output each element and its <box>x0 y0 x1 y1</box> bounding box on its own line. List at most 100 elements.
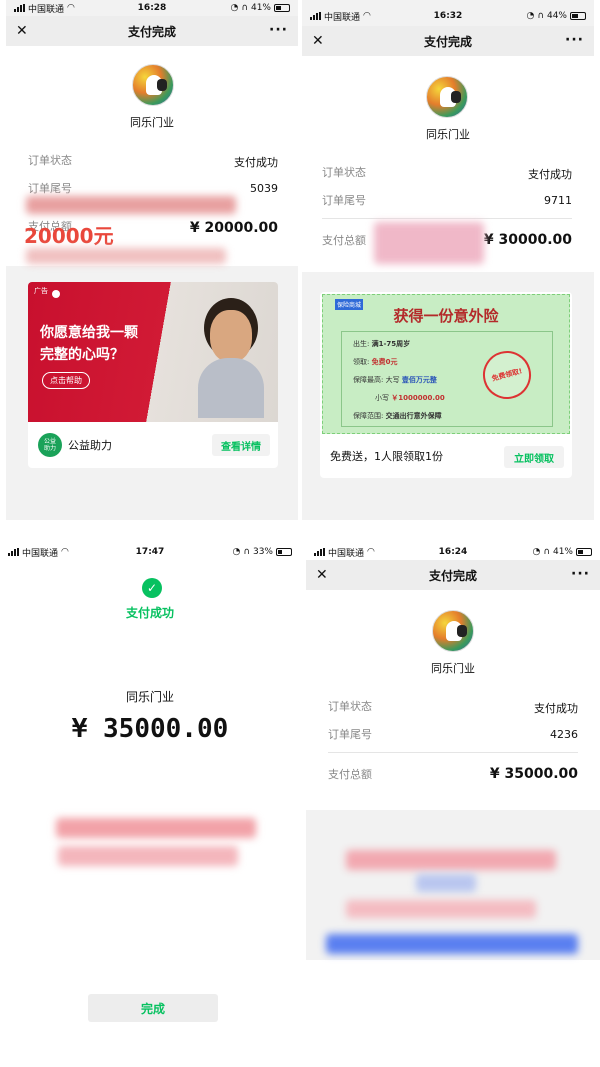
battery-icon <box>276 548 292 556</box>
signal-icon <box>8 548 19 556</box>
row-label: 订单状态 <box>322 166 366 179</box>
wifi-icon: ◠ <box>61 547 69 557</box>
close-icon[interactable]: ✕ <box>16 23 28 39</box>
screenshot-panel-1: 中国联通 ◠ 16:28 ◔ ∩ 41% ✕ 支付完成 ··· 同乐门业 订单状态 … <box>6 0 298 520</box>
screenshot-panel-4: 中国联通 ◠ 16:24 ◔ ∩ 41% ✕ 支付完成 ··· 同乐门业 订单状态 … <box>306 540 600 1067</box>
status-bar: 中国联通 ◠ 17:47 ◔ ∩ 33% <box>0 544 300 560</box>
row-label: 订单尾号 <box>328 728 372 741</box>
more-icon[interactable]: ··· <box>565 32 584 48</box>
insurance-line: 保障范围: 交通出行意外保障 <box>353 412 442 420</box>
child-photo <box>198 298 264 418</box>
payment-card: 同乐门业 订单状态 支付成功 订单尾号 9711 支付总额 ¥ 30000.00 <box>302 56 594 272</box>
nav-bar: ✕ 支付完成 ··· <box>6 16 298 46</box>
row-label: 订单尾号 <box>322 194 366 207</box>
alarm-icon: ◔ <box>526 11 535 21</box>
blurred-ad-area <box>306 810 600 960</box>
ad-card[interactable]: 广告 你愿意给我一颗 完整的心吗？ 点击帮助 公益 助力 公益助力 查看详情 <box>28 282 278 468</box>
merchant-name: 同乐门业 <box>431 662 475 675</box>
claim-button[interactable]: 立即领取 <box>504 446 564 468</box>
insurance-title: 获得一份意外险 <box>393 307 499 325</box>
more-icon[interactable]: ··· <box>571 566 590 582</box>
charity-badge-icon: 公益 助力 <box>38 433 62 457</box>
row-value: 支付成功 <box>528 168 572 181</box>
wifi-icon: ◠ <box>67 3 75 13</box>
nav-title: 支付完成 <box>423 34 472 49</box>
merchant-name: 同乐门业 <box>426 128 470 141</box>
insurance-ad-card[interactable]: 保险商城 获得一份意外险 出生: 满1-75周岁 领取: 免费0元 保障最高: … <box>320 292 572 478</box>
signal-icon <box>314 548 325 556</box>
nav-title: 支付完成 <box>428 568 477 583</box>
blurred-text <box>416 874 476 892</box>
row-label: 订单状态 <box>328 700 372 713</box>
insurance-line: 出生: 满1-75周岁 <box>353 340 411 348</box>
row-value: 4236 <box>550 728 578 741</box>
insurance-certificate[interactable]: 保险商城 获得一份意外险 出生: 满1-75周岁 领取: 免费0元 保障最高: … <box>322 294 570 434</box>
ad-headline: 你愿意给我一颗 <box>40 325 138 341</box>
total-amount: ¥ 30000.00 <box>483 232 572 248</box>
divider <box>328 752 578 753</box>
blurred-text <box>346 900 536 918</box>
battery-percent: 44% <box>546 11 567 21</box>
headphones-icon: ∩ <box>243 547 250 557</box>
more-icon[interactable]: ··· <box>269 22 288 38</box>
blurred-text <box>26 196 236 214</box>
ad-cta-button[interactable]: 点击帮助 <box>42 372 90 389</box>
total-amount: ¥ 20000.00 <box>189 220 278 236</box>
merchant-avatar <box>132 64 174 106</box>
screenshot-panel-3: 中国联通 ◠ 17:47 ◔ ∩ 33% ✓ 支付成功 同乐门业 ¥ 35000.0… <box>0 540 300 1067</box>
battery-icon <box>576 548 592 556</box>
insurance-line: 领取: 免费0元 <box>353 358 398 366</box>
row-label: 支付总额 <box>322 234 366 247</box>
insurance-line: 保障最高: 大写 壹佰万元整 <box>353 376 437 384</box>
headphones-icon: ∩ <box>543 547 550 557</box>
signal-icon <box>14 4 25 12</box>
close-icon[interactable]: ✕ <box>316 567 328 583</box>
ad-brand: 公益助力 <box>68 439 112 452</box>
payment-card: 同乐门业 订单状态 支付成功 订单尾号 5039 支付总额 ¥ 20000.00… <box>6 46 298 266</box>
wifi-icon: ◠ <box>367 547 375 557</box>
alarm-icon: ◔ <box>532 547 541 557</box>
row-label: 订单尾号 <box>28 182 72 195</box>
close-icon[interactable]: ✕ <box>312 33 324 49</box>
alarm-icon: ◔ <box>230 3 239 13</box>
total-amount: ¥ 35000.00 <box>489 766 578 782</box>
row-label: 支付总额 <box>328 768 372 781</box>
merchant-avatar <box>426 76 468 118</box>
success-text: 支付成功 <box>125 606 174 620</box>
ad-image[interactable]: 广告 你愿意给我一颗 完整的心吗？ 点击帮助 <box>28 282 278 422</box>
overlay-amount: 20000元 <box>24 224 114 248</box>
charity-logo-icon <box>52 290 60 298</box>
blurred-text <box>374 222 484 264</box>
carrier: 中国联通 <box>28 4 65 15</box>
ad-headline: 完整的心吗？ <box>40 347 124 363</box>
view-details-button[interactable]: 查看详情 <box>212 434 270 456</box>
wifi-icon: ◠ <box>363 11 371 21</box>
screenshot-panel-2: 中国联通 ◠ 16:32 ◔ ∩ 44% ✕ 支付完成 ··· 同乐门业 订单状态 … <box>302 0 594 520</box>
battery-icon <box>274 4 290 12</box>
total-amount: ¥ 35000.00 <box>71 714 229 744</box>
nav-bar: ✕ 支付完成 ··· <box>302 26 594 56</box>
payment-card: 同乐门业 订单状态 支付成功 订单尾号 4236 支付总额 ¥ 35000.00 <box>306 590 600 806</box>
row-value: 支付成功 <box>534 702 578 715</box>
blurred-text <box>26 248 226 264</box>
insurance-footer-text: 免费送，1人限领取1份 <box>330 450 443 463</box>
status-bar: 中国联通 ◠ 16:32 ◔ ∩ 44% <box>302 8 594 24</box>
row-label: 订单状态 <box>28 154 72 167</box>
signal-icon <box>310 12 321 20</box>
headphones-icon: ∩ <box>537 11 544 21</box>
blurred-text <box>56 818 256 838</box>
row-value: 5039 <box>250 182 278 195</box>
divider <box>322 218 572 219</box>
carrier: 中国联通 <box>324 12 361 23</box>
ad-tag: 广告 <box>34 287 48 295</box>
battery-percent: 33% <box>252 547 273 557</box>
nav-bar: ✕ 支付完成 ··· <box>306 560 600 590</box>
battery-percent: 41% <box>552 547 573 557</box>
merchant-name: 同乐门业 <box>130 116 174 129</box>
merchant-name: 同乐门业 <box>125 690 174 704</box>
status-bar: 中国联通 ◠ 16:24 ◔ ∩ 41% <box>306 544 600 560</box>
battery-percent: 41% <box>250 3 271 13</box>
status-bar: 中国联通 ◠ 16:28 ◔ ∩ 41% <box>6 0 298 16</box>
done-button[interactable]: 完成 <box>88 994 218 1022</box>
blurred-text <box>346 850 556 870</box>
